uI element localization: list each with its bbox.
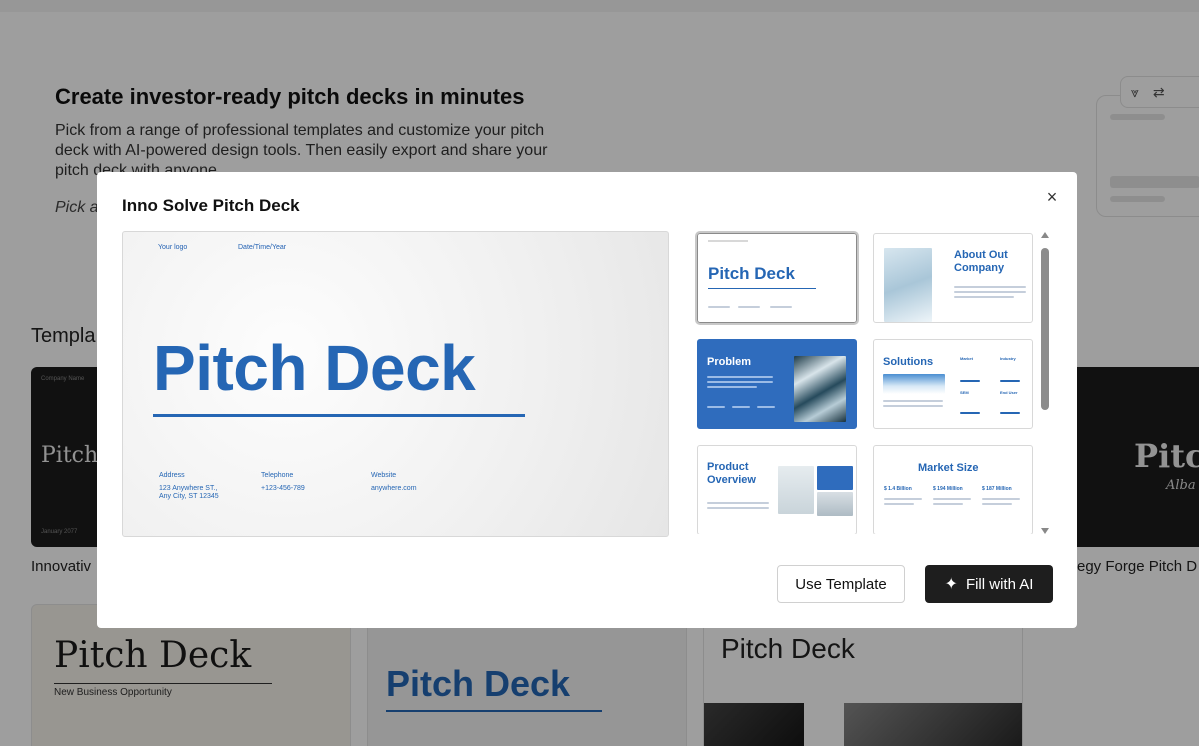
thumb-text-line	[738, 306, 760, 308]
address-value-2: Any City, ST 12345	[159, 493, 219, 500]
thumbnail-scrollbar[interactable]	[1041, 232, 1049, 534]
fill-with-ai-button[interactable]: ✦ Fill with AI	[925, 565, 1053, 603]
sparkle-icon: ✦	[944, 576, 958, 593]
thumb-text-line	[732, 406, 750, 408]
thumb-title-line2: Company	[954, 262, 1005, 274]
thumb-text-line	[883, 400, 943, 402]
slide-preview: Your logo Date/Time/Year Pitch Deck Addr…	[122, 231, 669, 537]
thumb-title: Market Size	[918, 462, 979, 474]
slide-thumbnail[interactable]: Product Overview	[697, 445, 857, 534]
slide-thumbnails: Pitch Deck About Out Company Problem Sol…	[695, 231, 1041, 534]
market-value: $ 187 Million	[982, 486, 1012, 492]
thumb-text-line	[884, 503, 914, 505]
thumb-text-line	[960, 380, 980, 382]
thumb-text-line	[707, 502, 769, 504]
thumb-text-line	[757, 406, 775, 408]
thumb-title: Pitch Deck	[708, 264, 795, 283]
thumb-image	[778, 466, 814, 514]
thumb-image	[817, 492, 853, 516]
website-value: anywhere.com	[371, 485, 417, 492]
thumb-text-line	[883, 405, 943, 407]
thumb-text-line	[954, 291, 1026, 293]
thumb-text-line	[982, 498, 1020, 500]
market-value: $ 1.4 Billion	[884, 486, 912, 492]
thumb-text-line	[933, 498, 971, 500]
thumb-text-line	[707, 406, 725, 408]
preview-title: Pitch Deck	[153, 332, 476, 404]
telephone-label: Telephone	[261, 472, 294, 479]
thumb-text-line	[982, 503, 1012, 505]
address-label: Address	[159, 472, 185, 479]
thumb-text-line	[933, 503, 963, 505]
thumb-title-line2: Overview	[707, 474, 756, 486]
scrollbar-thumb[interactable]	[1041, 248, 1049, 410]
market-value: $ 194 Million	[933, 486, 963, 492]
thumb-text-line	[770, 306, 792, 308]
modal-title: Inno Solve Pitch Deck	[122, 196, 300, 215]
slide-thumbnail[interactable]: Market Size $ 1.4 Billion $ 194 Million …	[873, 445, 1033, 534]
thumb-text-line	[1000, 412, 1020, 414]
thumb-header-line	[708, 240, 748, 242]
close-button[interactable]: ×	[1041, 186, 1063, 208]
slide-thumbnail[interactable]: Pitch Deck	[695, 231, 859, 325]
preview-logo: Your logo	[158, 244, 188, 251]
thumb-text-line	[707, 507, 769, 509]
solutions-label: Industry	[1000, 356, 1016, 361]
solutions-label: Market	[960, 356, 973, 361]
solutions-label: End User	[1000, 390, 1018, 395]
thumb-text-line	[707, 376, 773, 378]
solutions-label: SEM	[960, 390, 969, 395]
use-template-button[interactable]: Use Template	[777, 565, 905, 603]
thumb-text-line	[708, 306, 730, 308]
thumb-image	[794, 356, 846, 422]
thumb-title-line1: About Out	[954, 249, 1008, 261]
thumb-image	[883, 374, 945, 394]
thumb-text-line	[707, 381, 773, 383]
thumb-text-line	[954, 296, 1014, 298]
thumb-text-line	[954, 286, 1026, 288]
website-label: Website	[371, 472, 397, 479]
thumb-title-line1: Product	[707, 461, 749, 473]
use-template-label: Use Template	[795, 575, 887, 593]
thumb-title: Solutions	[883, 356, 934, 368]
fill-with-ai-label: Fill with AI	[965, 575, 1034, 593]
slide-thumbnail[interactable]: About Out Company	[873, 233, 1033, 323]
thumb-image	[817, 466, 853, 490]
slide-thumbnail[interactable]: Solutions Market Industry SEM End User	[873, 339, 1033, 429]
slide-thumbnail[interactable]: Problem	[697, 339, 857, 429]
address-value-1: 123 Anywhere ST.,	[159, 485, 218, 492]
thumb-text-line	[884, 498, 922, 500]
thumb-rule	[708, 288, 816, 289]
scroll-down-icon[interactable]	[1041, 528, 1049, 534]
template-modal: Inno Solve Pitch Deck × Your logo Date/T…	[97, 172, 1077, 628]
scroll-up-icon[interactable]	[1041, 232, 1049, 238]
preview-rule	[153, 414, 525, 417]
thumb-text-line	[707, 386, 757, 388]
close-icon: ×	[1046, 186, 1058, 207]
thumb-text-line	[960, 412, 980, 414]
preview-date: Date/Time/Year	[238, 244, 287, 251]
thumb-text-line	[1000, 380, 1020, 382]
thumb-title: Problem	[707, 356, 752, 368]
thumb-image	[884, 248, 932, 322]
telephone-value: +123-456-789	[261, 485, 305, 492]
